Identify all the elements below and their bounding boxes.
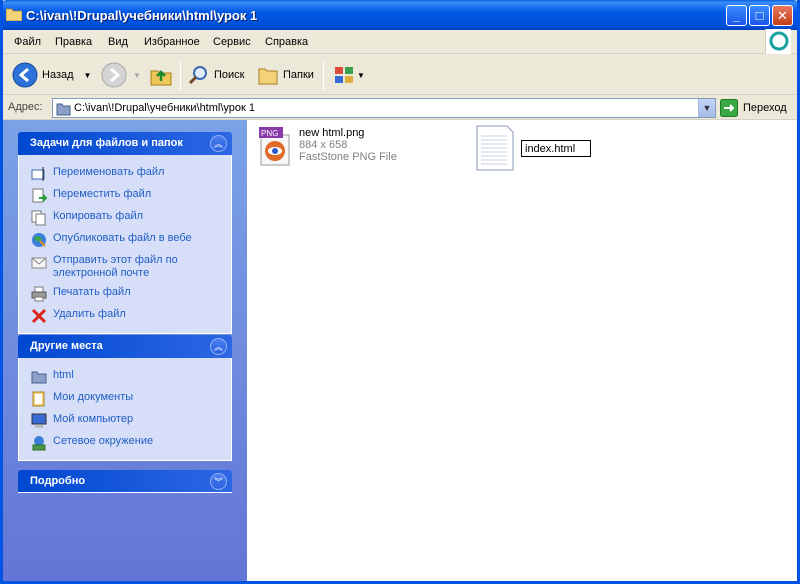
tasks-panel-title: Задачи для файлов и папок xyxy=(30,137,183,149)
collapse-chevron-icon[interactable]: ︽ xyxy=(210,338,227,355)
place-my-documents[interactable]: Мои документы xyxy=(19,388,231,410)
toolbar: Назад ▼ ▼ Поиск Папки ▼ xyxy=(3,55,797,95)
details-panel-header[interactable]: Подробно ︾ xyxy=(18,470,232,493)
search-icon xyxy=(188,66,207,85)
print-icon xyxy=(31,286,47,302)
file-item-png[interactable]: PNG new html.png 884 x 658 FastStone PNG… xyxy=(259,127,397,167)
expand-chevron-icon[interactable]: ︾ xyxy=(210,473,227,490)
tasks-panel: Задачи для файлов и папок ︽ Переименоват… xyxy=(18,132,232,334)
file-list: PNG new html.png 884 x 658 FastStone PNG… xyxy=(247,120,797,581)
go-button[interactable]: Переход xyxy=(720,99,787,117)
file-item-html[interactable] xyxy=(475,124,515,172)
up-folder-button[interactable] xyxy=(149,61,173,89)
rename-icon xyxy=(31,167,45,181)
search-button[interactable]: Поиск xyxy=(188,61,244,89)
move-icon xyxy=(32,188,47,203)
folder-icon xyxy=(31,371,47,384)
windows-logo-icon xyxy=(765,29,791,54)
window-title: C:\ivan\!Drupal\учебники\html\урок 1 xyxy=(26,8,258,23)
publish-web-icon xyxy=(32,233,46,247)
text-document-icon xyxy=(476,125,514,171)
details-panel: Подробно ︾ xyxy=(18,470,232,493)
back-label: Назад xyxy=(42,69,74,81)
back-arrow-icon xyxy=(12,62,38,88)
explorer-window: C:\ivan\!Drupal\учебники\html\урок 1 _ □… xyxy=(0,0,800,584)
rename-input[interactable] xyxy=(521,140,591,157)
network-icon xyxy=(32,436,46,451)
minimize-button[interactable]: _ xyxy=(726,5,747,26)
up-folder-icon xyxy=(150,70,172,86)
menu-tools[interactable]: Сервис xyxy=(213,36,251,48)
views-dropdown-icon[interactable]: ▼ xyxy=(357,71,365,80)
menu-view[interactable]: Вид xyxy=(108,36,128,48)
places-panel: Другие места ︽ html Мои документы Мой ко… xyxy=(18,335,232,461)
task-print-file[interactable]: Печатать файл xyxy=(19,283,231,305)
address-dropdown-icon[interactable]: ▼ xyxy=(698,99,715,117)
address-input[interactable]: C:\ivan\!Drupal\учебники\html\урок 1 ▼ xyxy=(52,98,716,118)
png-badge: PNG xyxy=(261,129,278,138)
place-my-computer[interactable]: Мой компьютер xyxy=(19,410,231,432)
folder-icon xyxy=(56,103,71,116)
views-icon xyxy=(335,67,353,83)
places-panel-body: html Мои документы Мой компьютер Сетевое… xyxy=(18,358,232,461)
go-label: Переход xyxy=(743,102,787,114)
task-delete-file[interactable]: Удалить файл xyxy=(19,305,231,327)
email-icon xyxy=(31,257,47,269)
forward-button[interactable]: ▼ xyxy=(101,61,141,89)
back-dropdown-icon[interactable]: ▼ xyxy=(84,71,92,80)
my-documents-icon xyxy=(32,391,45,407)
delete-icon xyxy=(31,308,47,324)
search-label: Поиск xyxy=(214,69,245,81)
task-publish-web[interactable]: Опубликовать файл в вебе xyxy=(19,229,231,251)
maximize-button[interactable]: □ xyxy=(749,5,770,26)
my-computer-icon xyxy=(31,413,47,428)
collapse-chevron-icon[interactable]: ︽ xyxy=(210,135,227,152)
task-pane: Задачи для файлов и папок ︽ Переименоват… xyxy=(3,120,247,581)
folders-button[interactable]: Папки xyxy=(257,61,314,89)
places-panel-header[interactable]: Другие места ︽ xyxy=(18,335,232,358)
menu-edit[interactable]: Правка xyxy=(55,36,92,48)
title-bar[interactable]: C:\ivan\!Drupal\учебники\html\урок 1 _ □… xyxy=(3,0,797,30)
address-label: Адрес: xyxy=(8,101,43,113)
tasks-panel-header[interactable]: Задачи для файлов и папок ︽ xyxy=(18,132,232,155)
task-move-file[interactable]: Переместить файл xyxy=(19,185,231,207)
folder-icon xyxy=(6,8,22,21)
views-button[interactable]: ▼ xyxy=(333,61,365,89)
menu-bar: Файл Правка Вид Избранное Сервис Справка xyxy=(3,29,797,54)
details-panel-title: Подробно xyxy=(30,475,86,487)
folders-label: Папки xyxy=(283,69,314,81)
forward-arrow-icon xyxy=(101,62,127,88)
places-panel-title: Другие места xyxy=(30,340,103,352)
task-rename-file[interactable]: Переименовать файл xyxy=(19,163,231,185)
address-bar: Адрес: C:\ivan\!Drupal\учебники\html\уро… xyxy=(3,96,797,120)
file-name: new html.png xyxy=(299,127,365,139)
place-network[interactable]: Сетевое окружение xyxy=(19,432,231,454)
menu-help[interactable]: Справка xyxy=(265,36,308,48)
go-arrow-icon xyxy=(720,99,738,117)
file-dimensions: 884 x 658 xyxy=(299,139,348,151)
menu-favorites[interactable]: Избранное xyxy=(144,36,200,48)
png-image-icon: PNG xyxy=(259,127,290,166)
forward-dropdown-icon[interactable]: ▼ xyxy=(133,71,141,80)
back-button[interactable]: Назад ▼ xyxy=(12,61,91,89)
copy-icon xyxy=(31,210,46,226)
place-html[interactable]: html xyxy=(19,366,231,388)
task-send-email[interactable]: Отправить этот файл по электронной почте xyxy=(19,251,231,283)
task-copy-file[interactable]: Копировать файл xyxy=(19,207,231,229)
address-value: C:\ivan\!Drupal\учебники\html\урок 1 xyxy=(74,102,256,114)
tasks-panel-body: Переименовать файл Переместить файл Копи… xyxy=(18,155,232,334)
folders-icon xyxy=(258,68,278,85)
file-type: FastStone PNG File xyxy=(299,151,397,163)
close-button[interactable]: ✕ xyxy=(772,5,793,26)
menu-file[interactable]: Файл xyxy=(14,36,41,48)
